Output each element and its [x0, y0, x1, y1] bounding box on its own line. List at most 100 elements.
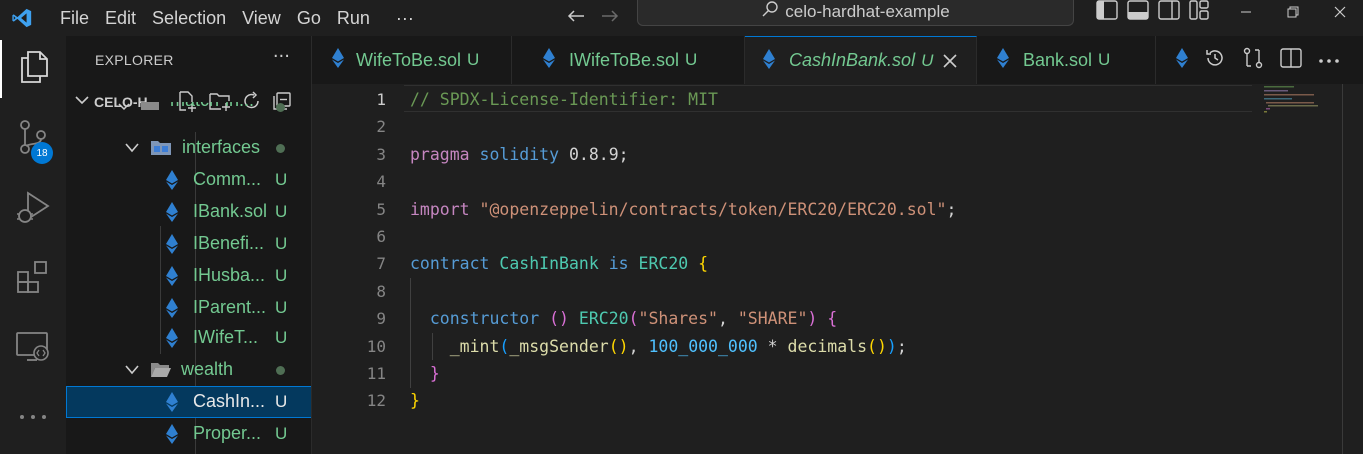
tab-label: IWifeToBe.sol	[569, 49, 680, 70]
tree-label: IWifeT...	[193, 327, 259, 347]
tree-row-file[interactable]: Comm... U	[66, 164, 311, 196]
forward-arrow-icon[interactable]	[600, 8, 620, 28]
command-center[interactable]: celo-hardhat-example	[637, 0, 1074, 26]
modified-dot	[276, 366, 285, 375]
menu-view[interactable]: View	[234, 0, 289, 36]
tree-row-file[interactable]: IBenefi... U	[66, 228, 311, 260]
code-bracket: }	[429, 364, 440, 383]
menu-edit[interactable]: Edit	[97, 0, 144, 36]
tree-row-file[interactable]: IParent... U	[66, 292, 311, 324]
ethereum-icon	[166, 328, 178, 352]
tree-label: IBank.sol	[193, 201, 268, 221]
code-line: pragma solidity 0.8.9;	[410, 141, 629, 168]
toggle-primary-sidebar-icon[interactable]	[1096, 0, 1118, 24]
ethereum-icon	[166, 298, 178, 322]
code-type: ERC20	[578, 309, 629, 329]
close-icon[interactable]	[943, 49, 957, 73]
run-debug-icon	[16, 189, 50, 229]
code-line: }	[410, 360, 440, 387]
extensions-activity[interactable]	[0, 250, 66, 308]
back-arrow-icon[interactable]	[566, 8, 586, 28]
tree-label: match-in...	[170, 102, 254, 111]
activity-bar: 18	[0, 36, 66, 454]
explorer-activity[interactable]	[0, 40, 66, 98]
code-function: decimals	[787, 336, 868, 356]
code-line: import "@openzeppelin/contracts/token/ER…	[410, 196, 956, 223]
layout-controls	[1096, 0, 1209, 24]
code-bracket: (	[499, 336, 510, 356]
tree-row-file[interactable]: IWifeT... U	[66, 322, 311, 354]
tree-label: Proper...	[193, 423, 262, 443]
remote-explorer-activity[interactable]	[0, 320, 66, 378]
menu-go[interactable]: Go	[289, 0, 329, 36]
remote-explorer-icon	[15, 330, 51, 368]
tab-status: U	[1098, 50, 1111, 69]
menu-more[interactable]: ···	[378, 0, 422, 36]
code-operator: *	[757, 336, 788, 356]
more-actions-icon[interactable]	[1318, 53, 1340, 68]
code-keyword: pragma	[410, 144, 470, 164]
line-number: 9	[376, 309, 386, 329]
code-bracket: )	[886, 336, 897, 356]
customize-layout-icon[interactable]	[1189, 0, 1209, 24]
tab-status: U	[921, 50, 934, 70]
run-debug-activity[interactable]	[0, 180, 66, 238]
minimize-button[interactable]	[1222, 0, 1269, 24]
tab-label: Bank.sol	[1023, 49, 1093, 70]
close-window-button[interactable]	[1316, 0, 1363, 24]
tree-row-partial-folder[interactable]: match-in...	[66, 102, 311, 128]
code-keyword: is	[608, 254, 629, 274]
code-keyword: constructor	[429, 309, 540, 329]
tree-label: interfaces	[182, 137, 261, 157]
ethereum-icon	[166, 202, 178, 226]
tree-label: CashIn...	[193, 391, 266, 411]
ethereum-icon	[763, 48, 775, 73]
code-bracket: }	[410, 391, 420, 411]
window-controls	[1222, 0, 1363, 24]
menu-file[interactable]: File	[44, 0, 97, 36]
menu-run[interactable]: Run	[329, 0, 378, 36]
code-string: "@openzeppelin/contracts/token/ERC20/ERC…	[479, 199, 947, 219]
tab-iwifetobe[interactable]: IWifeToBe.sol U	[512, 36, 745, 84]
vertical-scrollbar-track[interactable]	[1342, 84, 1343, 454]
ellipsis-icon	[18, 410, 48, 425]
code-function: _msgSender	[509, 336, 609, 356]
tree-row-file[interactable]: Proper... U	[66, 418, 311, 450]
tree-row-folder[interactable]: interfaces	[66, 132, 311, 164]
menu-bar: File Edit Selection View Go Run ···	[44, 0, 422, 36]
tab-wifetobe[interactable]: WifeToBe.sol U	[312, 36, 512, 84]
minimap[interactable]	[1262, 84, 1342, 454]
navigation-arrows	[566, 0, 620, 36]
tree-label: wealth	[181, 359, 234, 379]
toggle-panel-icon[interactable]	[1127, 0, 1149, 24]
ethereum-icon	[332, 48, 344, 72]
tab-label: CashInBank.sol	[789, 50, 916, 70]
vscode-logo-icon	[0, 0, 44, 36]
tab-status: U	[467, 50, 480, 69]
split-editor-icon[interactable]	[1280, 48, 1302, 72]
tree-row-file[interactable]: IHusba... U	[66, 260, 311, 292]
restore-button[interactable]	[1269, 0, 1316, 24]
tree-row-file-selected[interactable]: CashIn... U	[66, 386, 311, 418]
files-icon	[18, 50, 50, 88]
tree-row-file[interactable]: IBank.sol U	[66, 196, 311, 228]
timeline-history-icon[interactable]	[1204, 47, 1226, 73]
more-activity[interactable]	[0, 388, 66, 446]
chevron-down-icon	[124, 142, 140, 158]
code-editor[interactable]: 1 2 3 4 5 6 7 8 9 10 11 12 // SPDX-Licen…	[312, 84, 1363, 454]
explorer-more-button[interactable]: ···	[273, 46, 290, 67]
tab-cashinbank[interactable]: CashInBank.sol U	[745, 36, 977, 84]
code-number: 100_000_000	[648, 336, 758, 356]
toggle-secondary-sidebar-icon[interactable]	[1158, 0, 1180, 24]
ethereum-icon	[166, 234, 178, 258]
code-punctuation: ;	[946, 199, 957, 219]
menu-selection[interactable]: Selection	[144, 0, 234, 36]
tab-overflow[interactable]	[1156, 36, 1192, 84]
code-punctuation: ;	[896, 336, 907, 356]
open-changes-icon[interactable]	[1242, 47, 1264, 73]
editor-tabs: WifeToBe.sol U IWifeToBe.sol U CashInBan…	[312, 36, 1192, 84]
line-number: 2	[376, 117, 386, 137]
line-number: 6	[376, 227, 386, 246]
tree-row-folder[interactable]: wealth	[66, 354, 311, 386]
tab-bank[interactable]: Bank.sol U	[977, 36, 1156, 84]
